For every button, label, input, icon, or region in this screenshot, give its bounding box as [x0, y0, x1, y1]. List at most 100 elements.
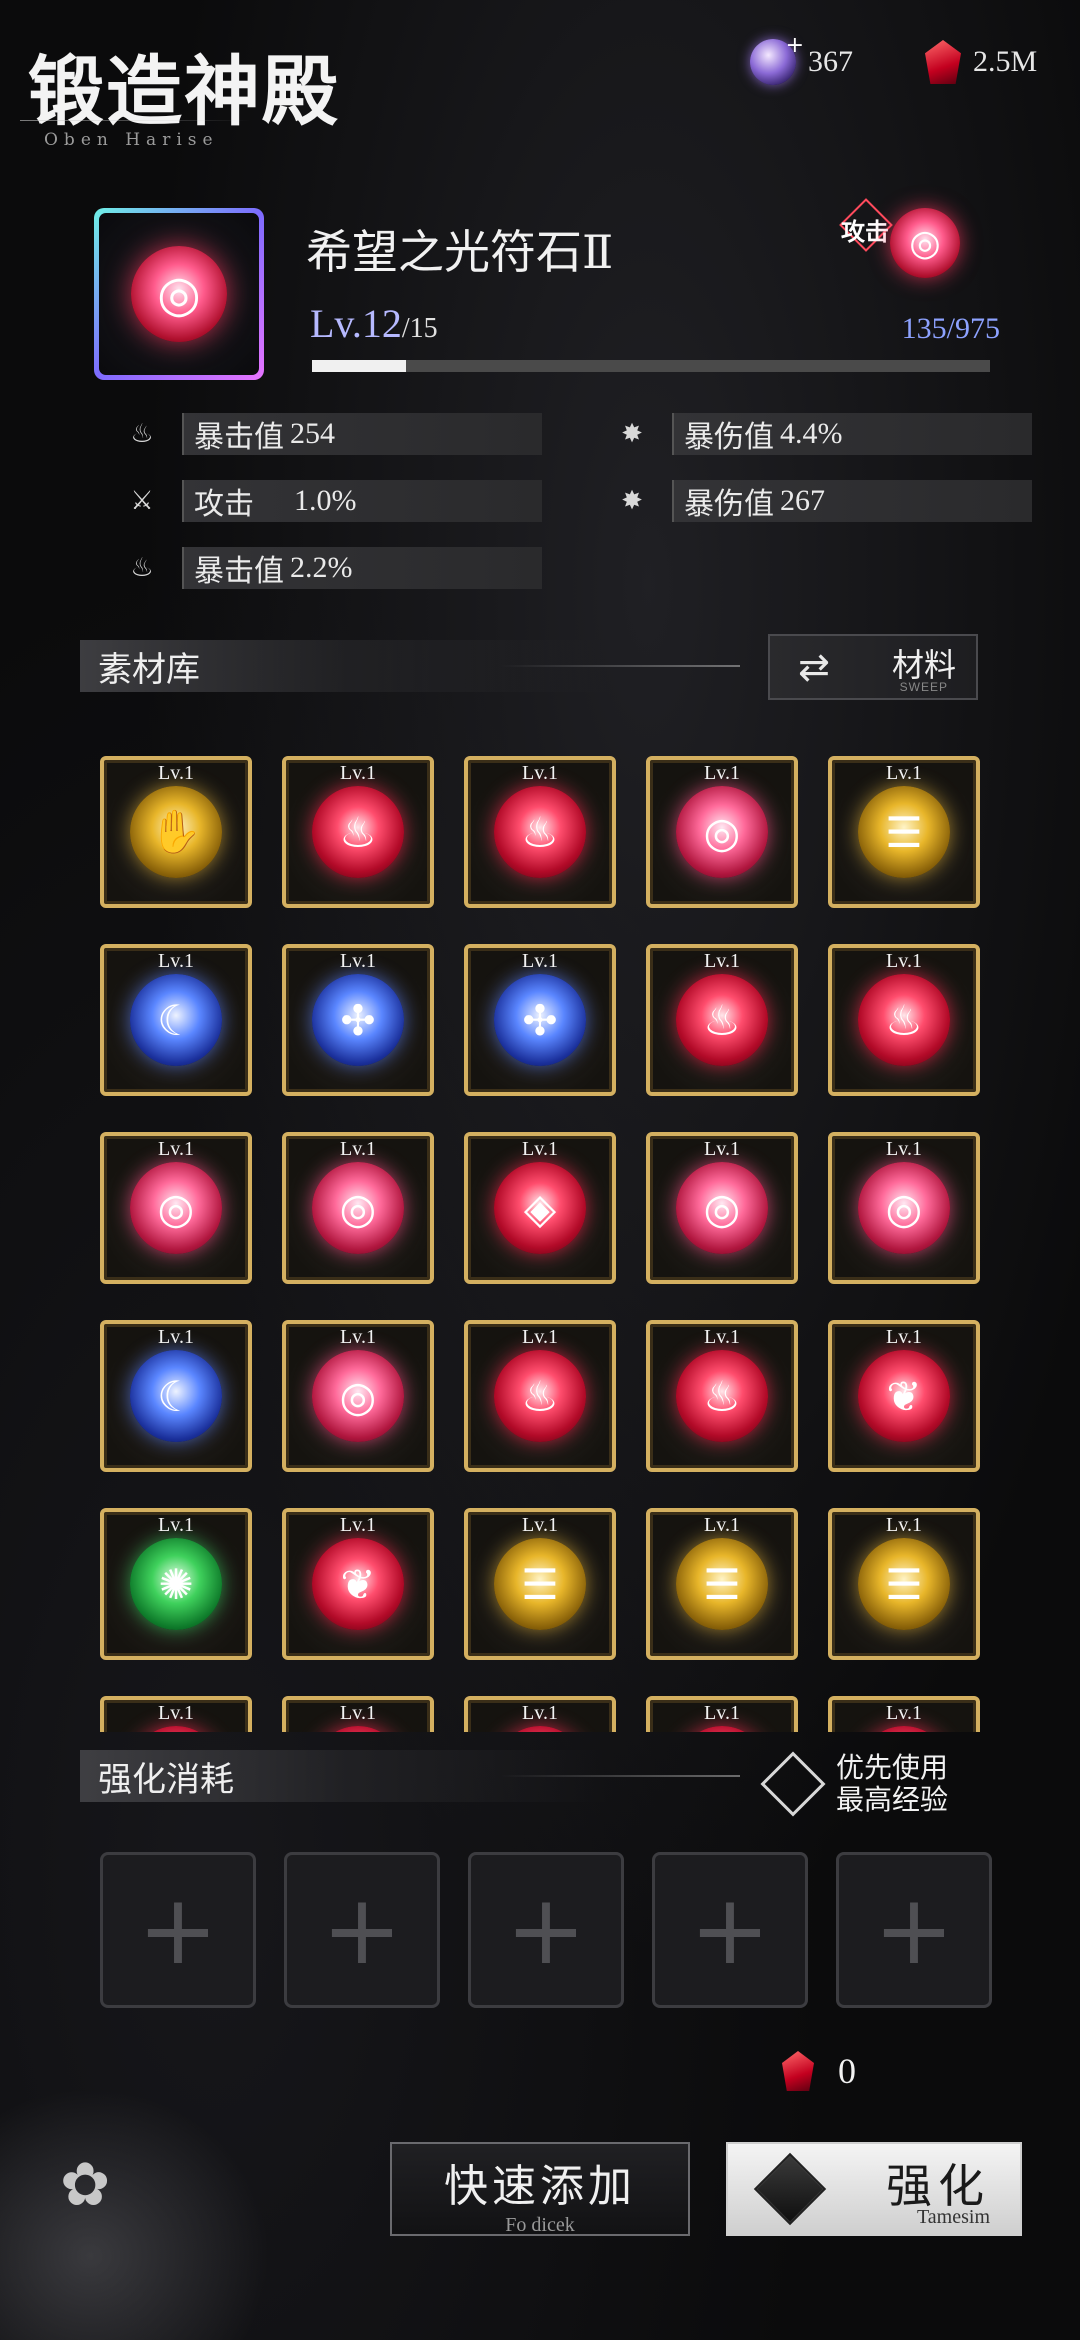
red-ruby-icon: [925, 40, 961, 84]
header-divider: [500, 665, 740, 667]
material-item[interactable]: ☾ Lv.1: [100, 944, 252, 1096]
claw-rune-icon: ☰: [858, 786, 950, 878]
material-item[interactable]: ♨Lv.1: [282, 1696, 434, 1732]
stat-label: 暴击值: [194, 554, 284, 589]
enhance-slot[interactable]: +: [284, 1852, 440, 2008]
item-level: Lv.12/15: [310, 300, 438, 347]
red-ruby-icon: [782, 2051, 814, 2091]
stat-value: 254: [290, 417, 335, 450]
selected-item-frame[interactable]: ◎: [94, 208, 264, 380]
priority-label-line2: 最高经验: [836, 1783, 949, 1816]
enhance-slot[interactable]: +: [652, 1852, 808, 2008]
claw-rune-icon: ☰: [858, 1538, 950, 1630]
material-item[interactable]: ◎ Lv.1: [646, 1132, 798, 1284]
stat-row: ♨ 暴击值 2.2%: [122, 547, 542, 589]
crescent-rune-icon: ◎: [676, 786, 768, 878]
material-level: Lv.1: [704, 762, 740, 784]
material-item[interactable]: ♨Lv.1: [464, 1696, 616, 1732]
sword-icon: ⚔: [130, 486, 154, 516]
rose-decoration: [0, 2060, 300, 2340]
material-level: Lv.1: [704, 1326, 740, 1348]
material-grid: ✋ Lv.1 ♨ Lv.1 ♨ Lv.1 ◎ Lv.1 ☰ Lv.1 ☾ Lv.1 ✣ Lv.1 ✣ Lv.1…: [80, 740, 1000, 1732]
material-item[interactable]: ✣ Lv.1: [282, 944, 434, 1096]
material-item[interactable]: ❦ Lv.1: [828, 1320, 980, 1472]
item-type-orb: ◎: [890, 208, 960, 278]
material-item[interactable]: ♨Lv.1: [646, 944, 798, 1096]
material-item[interactable]: ♨Lv.1: [828, 944, 980, 1096]
enhance-slot[interactable]: +: [100, 1852, 256, 2008]
crystal-gem-icon: +: [750, 33, 804, 85]
material-item[interactable]: ◎ Lv.1: [828, 1132, 980, 1284]
material-grid-scroll[interactable]: ✋ Lv.1 ♨ Lv.1 ♨ Lv.1 ◎ Lv.1 ☰ Lv.1 ☾ Lv.1 ✣ Lv.1 ✣ Lv.1…: [80, 740, 1000, 1732]
material-level: Lv.1: [886, 1138, 922, 1160]
exp-progress-bar: [312, 360, 990, 372]
priority-label-line1: 优先使用: [836, 1751, 949, 1784]
material-item[interactable]: ◈ Lv.1: [464, 1132, 616, 1284]
material-item[interactable]: ☰ Lv.1: [646, 1508, 798, 1660]
currency-ruby[interactable]: 2.5M: [925, 38, 1037, 86]
currency-crystal-value: 367: [808, 45, 853, 78]
enhance-cost-title: 强化消耗: [98, 1759, 234, 1800]
enhance-slot[interactable]: +: [468, 1852, 624, 2008]
material-level: Lv.1: [522, 762, 558, 784]
material-level: Lv.1: [886, 762, 922, 784]
material-item[interactable]: ☰ Lv.1: [828, 1508, 980, 1660]
tree-rune-icon: ❦: [312, 1538, 404, 1630]
stat-row: ♨ 暴击值 254: [122, 413, 542, 455]
material-level: Lv.1: [886, 1326, 922, 1348]
material-item[interactable]: ✋ Lv.1: [100, 756, 252, 908]
crescent-rune-icon: ◎: [312, 1350, 404, 1442]
material-item[interactable]: ◎ Lv.1: [646, 756, 798, 908]
material-item[interactable]: ◎ Lv.1: [282, 1132, 434, 1284]
plus-icon: +: [689, 1874, 771, 1986]
material-item[interactable]: ☰ Lv.1: [828, 756, 980, 908]
sort-button[interactable]: ⇄ 材料 SWEEP: [768, 634, 978, 700]
item-level-current: Lv.12: [310, 301, 402, 346]
material-level: Lv.1: [522, 1702, 558, 1724]
material-item[interactable]: ✺ Lv.1: [100, 1508, 252, 1660]
flame-rune-icon: ♨: [312, 1726, 404, 1732]
material-item[interactable]: ♨Lv.1: [464, 1320, 616, 1472]
material-item[interactable]: ♨Lv.1: [464, 756, 616, 908]
material-level: Lv.1: [704, 950, 740, 972]
material-item[interactable]: ♨Lv.1: [282, 756, 434, 908]
material-level: Lv.1: [158, 1702, 194, 1724]
enhance-cost-header: 强化消耗: [80, 1750, 740, 1802]
crescent-rune-icon: ◎: [312, 1162, 404, 1254]
material-item[interactable]: ✣ Lv.1: [464, 944, 616, 1096]
material-item[interactable]: ♨Lv.1: [646, 1696, 798, 1732]
item-exp-text: 135/975: [901, 312, 1000, 345]
stat-label: 暴伤值: [684, 487, 774, 522]
material-item[interactable]: ◎ Lv.1: [282, 1320, 434, 1472]
flame-rune-icon: ♨: [312, 786, 404, 878]
stat-value: 4.4%: [780, 417, 843, 450]
stat-row: ✸ 暴伤值 267: [612, 480, 1032, 522]
quick-add-button[interactable]: 快速添加 Fo dicek: [390, 2142, 690, 2236]
priority-highest-exp-toggle[interactable]: 优先使用 最高经验: [760, 1751, 949, 1817]
currency-crystal[interactable]: + 367: [750, 33, 853, 86]
enhance-slot[interactable]: +: [836, 1852, 992, 2008]
plus-icon[interactable]: +: [786, 33, 804, 58]
material-item[interactable]: ♨Lv.1: [100, 1696, 252, 1732]
swap-arrows-icon: ⇄: [798, 645, 830, 689]
frost-rune-icon: ✣: [494, 974, 586, 1066]
material-item[interactable]: ♨Lv.1: [828, 1696, 980, 1732]
flame-rune-icon: ♨: [676, 1726, 768, 1732]
enhance-button[interactable]: 强化 Tamesim: [726, 2142, 1022, 2236]
currency-ruby-value: 2.5M: [973, 45, 1038, 78]
material-level: Lv.1: [158, 1138, 194, 1160]
plus-icon: +: [137, 1874, 219, 1986]
material-item[interactable]: ☾ Lv.1: [100, 1320, 252, 1472]
rose-icon: ✿: [60, 2150, 111, 2220]
material-item[interactable]: ◎ Lv.1: [100, 1132, 252, 1284]
exp-progress-fill: [312, 360, 406, 372]
diamond-rune-icon: ◈: [494, 1162, 586, 1254]
crescent-rune-icon: ◎: [676, 1162, 768, 1254]
material-item[interactable]: ☰ Lv.1: [464, 1508, 616, 1660]
stat-value: 2.2%: [290, 551, 353, 584]
material-item[interactable]: ❦ Lv.1: [282, 1508, 434, 1660]
stat-value: 267: [780, 484, 825, 517]
checkbox-diamond-icon[interactable]: [760, 1751, 826, 1817]
page-subtitle: Oben Harise: [44, 130, 219, 150]
material-item[interactable]: ♨Lv.1: [646, 1320, 798, 1472]
